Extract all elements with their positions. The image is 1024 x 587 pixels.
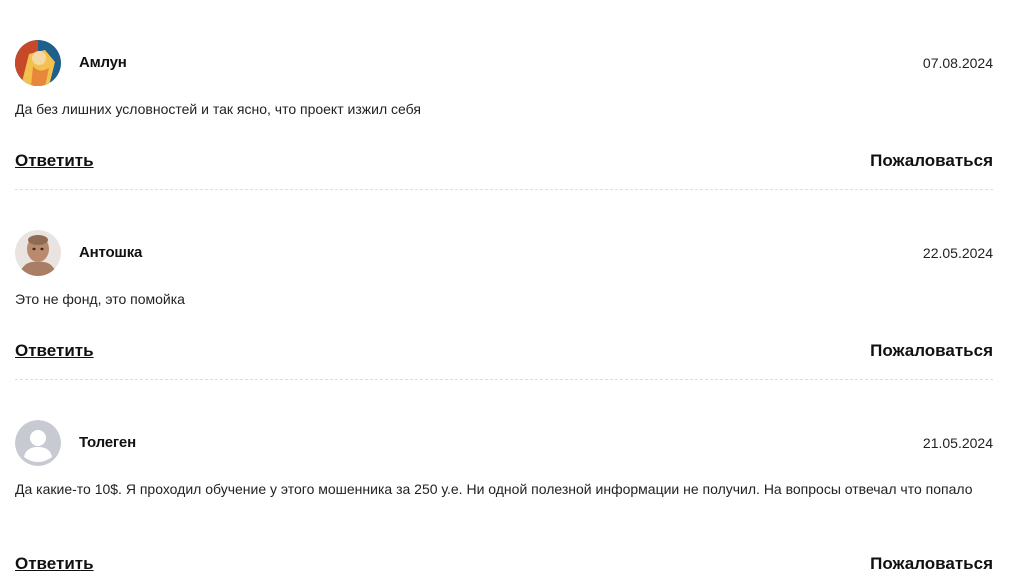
comment-date: 22.05.2024 <box>922 245 993 261</box>
reply-link[interactable]: Ответить <box>15 151 94 171</box>
comment-text: Да какие-то 10$. Я проходил обучение у э… <box>15 481 973 497</box>
report-link[interactable]: Пожаловаться <box>870 151 993 171</box>
report-link[interactable]: Пожаловаться <box>870 341 993 361</box>
comment-item: Амлун 07.08.2024 Да без лишних условност… <box>15 40 993 190</box>
comment-actions: Ответить Пожаловаться <box>15 151 993 173</box>
comment-header: Толеген 21.05.2024 <box>15 420 993 466</box>
reply-link[interactable]: Ответить <box>15 341 94 361</box>
default-user-icon <box>15 420 61 466</box>
reply-link[interactable]: Ответить <box>15 554 94 574</box>
comment-item: Толеген 21.05.2024 Да какие-то 10$. Я пр… <box>15 420 993 573</box>
report-link[interactable]: Пожаловаться <box>870 554 993 574</box>
comment-date: 21.05.2024 <box>922 435 993 451</box>
comment-divider <box>15 189 993 190</box>
comment-author: Амлун <box>79 54 127 71</box>
avatar <box>15 230 61 276</box>
comments-list: Амлун 07.08.2024 Да без лишних условност… <box>0 0 1024 587</box>
comment-actions: Ответить Пожаловаться <box>15 341 993 363</box>
comment-header: Амлун 07.08.2024 <box>15 40 993 86</box>
comment-text: Да без лишних условностей и так ясно, чт… <box>15 101 421 117</box>
comment-author: Толеген <box>79 434 136 451</box>
comment-actions: Ответить Пожаловаться <box>15 554 993 576</box>
avatar <box>15 40 61 86</box>
comment-text: Это не фонд, это помойка <box>15 291 185 307</box>
comment-divider <box>15 379 993 380</box>
comment-author: Антошка <box>79 244 143 261</box>
comment-item: Антошка 22.05.2024 Это не фонд, это помо… <box>15 230 993 380</box>
comment-date: 07.08.2024 <box>922 55 993 71</box>
comment-header: Антошка 22.05.2024 <box>15 230 993 276</box>
